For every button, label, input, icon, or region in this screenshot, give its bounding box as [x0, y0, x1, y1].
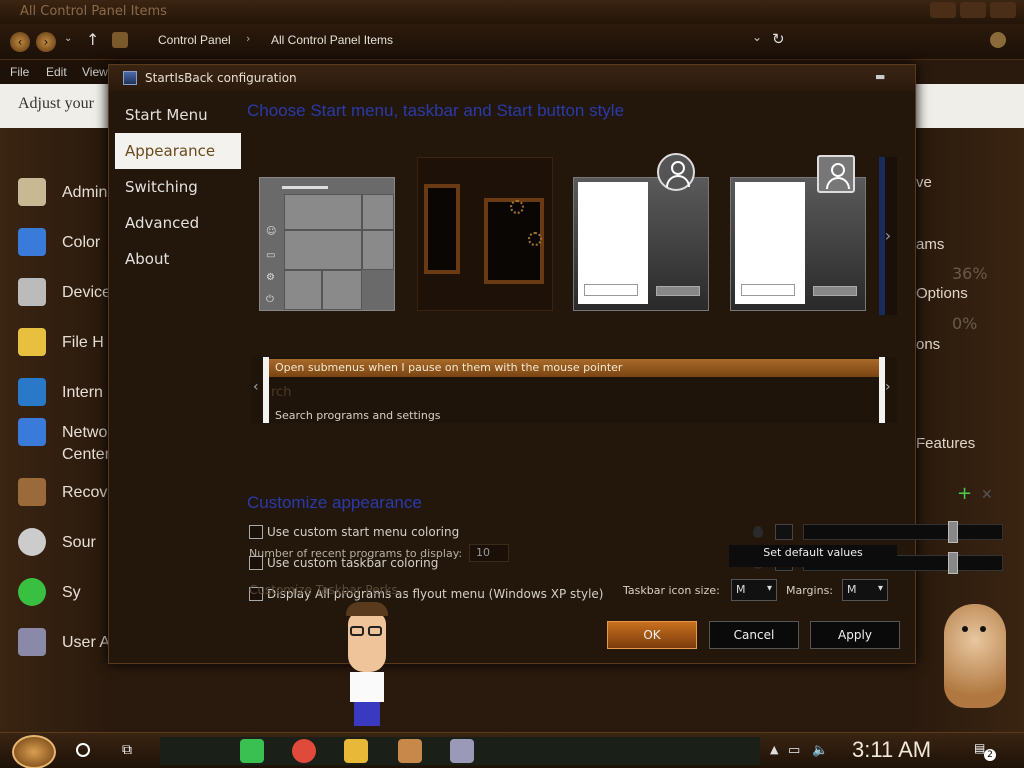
internet-options-icon	[18, 378, 46, 406]
cp-item-sync[interactable]: Sy	[16, 574, 116, 614]
recovery-icon	[18, 478, 46, 506]
tray-overflow-icon[interactable]: ▲	[770, 743, 778, 756]
cp-item-recovery[interactable]: Recove	[16, 474, 116, 514]
customize-taskbar-perks-link[interactable]: Customize Taskbar Perks...	[249, 583, 409, 597]
set-default-button[interactable]: Set default values	[729, 545, 897, 567]
search-icon[interactable]	[990, 32, 1006, 48]
sidebar-item-appearance[interactable]: Appearance	[115, 133, 241, 169]
start-button[interactable]	[12, 735, 56, 768]
cp-item-admin[interactable]: Admin	[16, 174, 116, 214]
messages-app-icon[interactable]	[240, 739, 264, 763]
breadcrumb-chevron-icon[interactable]: ›	[246, 32, 250, 45]
close-button[interactable]	[990, 2, 1016, 18]
cp-item-label: Admin	[62, 184, 108, 201]
user-accounts-icon	[18, 628, 46, 656]
sound-icon	[18, 528, 46, 556]
recent-programs-input[interactable]: 10	[469, 544, 509, 562]
file-explorer-icon[interactable]	[344, 739, 368, 763]
maximize-button[interactable]	[960, 2, 986, 18]
margins-select[interactable]: M	[842, 579, 888, 601]
volume-muted-icon[interactable]: 🔈	[812, 743, 828, 758]
cartoon-character-sticker	[344, 602, 392, 726]
devices-icon	[18, 278, 46, 306]
breadcrumb-control-panel[interactable]: Control Panel	[158, 33, 231, 47]
apply-button[interactable]: Apply	[810, 621, 900, 649]
explorer-title: All Control Panel Items	[20, 4, 167, 19]
cp-item-label: Device	[62, 284, 111, 301]
control-panel-icon	[112, 32, 128, 48]
minimize-button[interactable]	[930, 2, 956, 18]
startisback-app-icon	[123, 71, 137, 85]
menu-view[interactable]: View	[82, 65, 108, 79]
admin-tools-icon	[18, 178, 46, 206]
sync-center-icon	[18, 578, 46, 606]
cp-item-file-history[interactable]: File H	[16, 324, 116, 364]
cp-right-item[interactable]: Features	[916, 435, 975, 452]
cp-right-item[interactable]: ams	[916, 236, 944, 253]
chrome-icon[interactable]	[292, 739, 316, 763]
control-panel-taskbar-icon[interactable]	[398, 739, 422, 763]
cancel-button[interactable]: Cancel	[709, 621, 799, 649]
cp-item-label: Sy	[62, 584, 81, 601]
color-management-icon	[18, 228, 46, 256]
recent-dropdown-icon[interactable]: ⌄	[64, 33, 72, 44]
hamster-sticker	[944, 604, 1006, 708]
lower-controls: Number of recent programs to display: 10…	[243, 65, 913, 665]
sidebar-item-about[interactable]: About	[115, 241, 241, 277]
remove-style-icon[interactable]: ✕	[981, 487, 993, 503]
settings-sidebar: Start Menu Appearance Switching Advanced…	[115, 97, 241, 277]
cp-item-label: User A	[62, 634, 111, 651]
cp-right-percent: 36%	[952, 264, 988, 283]
icon-size-label: Taskbar icon size:	[623, 584, 720, 597]
menu-file[interactable]: File	[10, 65, 29, 79]
sidebar-item-switching[interactable]: Switching	[115, 169, 241, 205]
cp-right-item[interactable]: ve	[916, 174, 932, 191]
cp-item-sound[interactable]: Sour	[16, 524, 116, 564]
menu-edit[interactable]: Edit	[46, 65, 67, 79]
task-view-icon[interactable]: ⧉	[122, 742, 132, 758]
cp-item-network-line2[interactable]: Center	[16, 436, 116, 476]
cp-item-devices[interactable]: Device	[16, 274, 116, 314]
cp-item-label: Intern	[62, 384, 103, 401]
cp-item-label: Color	[62, 234, 101, 251]
cp-item-label: File H	[62, 334, 104, 351]
cortana-search-icon[interactable]	[76, 743, 90, 757]
breadcrumb-all-items[interactable]: All Control Panel Items	[271, 33, 393, 47]
margins-label: Margins:	[786, 584, 834, 597]
refresh-icon[interactable]: ↻	[772, 30, 785, 48]
ok-button[interactable]: OK	[607, 621, 697, 649]
icon-size-select[interactable]: M	[731, 579, 777, 601]
notification-count: 2	[984, 749, 996, 761]
back-arrow-icon[interactable]: ‹	[10, 32, 30, 52]
cp-item-label: Center	[62, 446, 111, 463]
cp-item-color[interactable]: Color	[16, 224, 116, 264]
explorer-titlebar: All Control Panel Items	[0, 0, 1024, 24]
explorer-window-buttons	[930, 2, 1016, 18]
add-style-icon[interactable]: +	[957, 483, 972, 504]
explorer-menu-bar: File Edit View	[0, 60, 120, 84]
startisback-taskbar-icon[interactable]	[450, 739, 474, 763]
cp-right-percent: 0%	[952, 314, 978, 333]
explorer-nav-bar: ‹ › ⌄ ↑ Control Panel › All Control Pane…	[0, 24, 1024, 60]
up-arrow-icon[interactable]: ↑	[86, 30, 99, 49]
network-tray-icon[interactable]: ▭	[788, 743, 800, 758]
adjust-heading: Adjust your	[18, 95, 94, 112]
notification-center-icon[interactable]: ▤ 2	[974, 741, 996, 761]
cp-item-label: Sour	[62, 534, 96, 551]
cp-right-item[interactable]: Options	[916, 285, 968, 302]
address-dropdown-icon[interactable]: ⌄	[752, 30, 762, 44]
taskbar: ⧉ ▲ ▭ 🔈 3:11 AM ▤ 2	[0, 732, 1024, 768]
slider-thumb[interactable]	[948, 552, 958, 574]
cp-right-item[interactable]: ons	[916, 336, 940, 353]
forward-arrow-icon[interactable]: ›	[36, 32, 56, 52]
sidebar-item-advanced[interactable]: Advanced	[115, 205, 241, 241]
sidebar-item-start-menu[interactable]: Start Menu	[115, 97, 241, 133]
startisback-dialog: StartIsBack configuration ▬ Start Menu A…	[108, 64, 1003, 665]
recent-programs-label: Number of recent programs to display:	[249, 547, 463, 560]
cp-item-user-accounts[interactable]: User A	[16, 624, 116, 664]
slider-thumb[interactable]	[948, 521, 958, 543]
file-history-icon	[18, 328, 46, 356]
cp-item-internet[interactable]: Intern	[16, 374, 116, 414]
clock[interactable]: 3:11 AM	[852, 737, 931, 763]
